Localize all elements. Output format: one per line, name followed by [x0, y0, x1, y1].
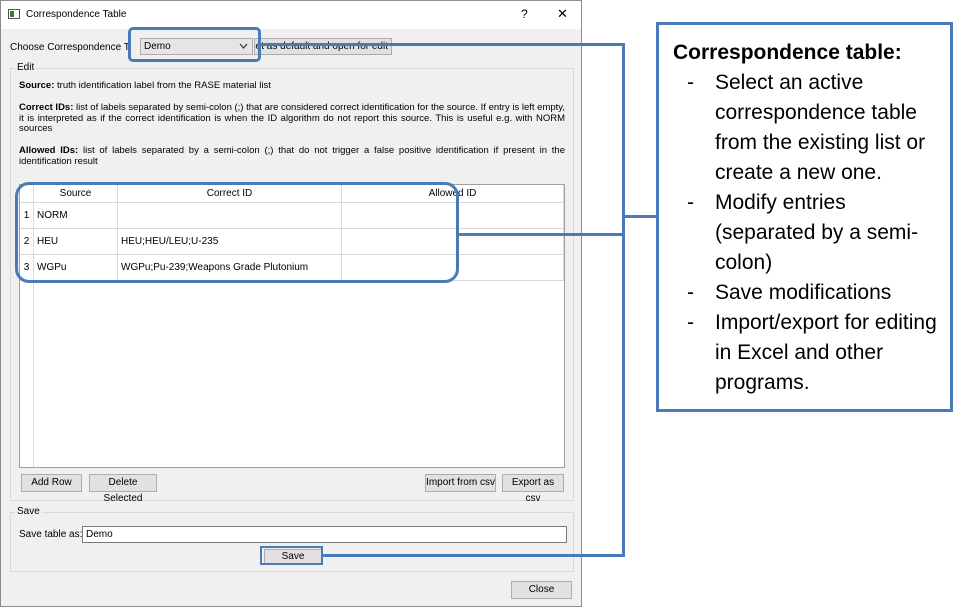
annotation-title: Correspondence table: [673, 41, 902, 64]
source-title: Source: [19, 80, 55, 91]
save-table-field[interactable]: Demo [82, 526, 567, 543]
save-group-label: Save [15, 506, 42, 517]
source-text: truth identification label from the RASE… [54, 80, 271, 91]
add-row-button[interactable]: Add Row [21, 474, 82, 492]
save-table-value: Demo [86, 529, 113, 540]
annotation-item: Import/export for editing in Excel and o… [673, 308, 948, 398]
allowed-ids-text: list of labels separated by a semi-colon… [19, 145, 565, 167]
connector-line [261, 43, 625, 46]
edit-group-label: Edit [15, 62, 37, 73]
app-icon [8, 9, 20, 19]
allowed-ids-title: Allowed IDs: [19, 145, 79, 156]
export-csv-button[interactable]: Export as csv [502, 474, 564, 504]
annotation-item: Modify entries (separated by a semi-colo… [673, 188, 948, 278]
save-table-label: Save table as: [19, 529, 83, 540]
table-highlight [15, 182, 459, 283]
delete-selected-button[interactable]: Delete Selected [89, 474, 157, 504]
connector-line [459, 233, 625, 236]
source-description: Source: truth identification label from … [19, 80, 565, 92]
connector-line [622, 215, 658, 218]
connector-line [323, 554, 625, 557]
close-button[interactable]: Close [511, 581, 572, 599]
close-window-button[interactable]: ✕ [557, 6, 568, 22]
correct-ids-description: Correct IDs: list of labels separated by… [19, 102, 565, 135]
choose-table-label: Choose Correspondence Tabl [10, 42, 131, 53]
row-number-column-empty [20, 281, 34, 467]
import-csv-button[interactable]: Import from csv [425, 474, 496, 492]
correct-ids-title: Correct IDs: [19, 102, 74, 113]
annotation-item: Save modifications [673, 278, 948, 308]
annotation-item: Select an active correspondence table fr… [673, 68, 948, 188]
annotation-box: Correspondence table: Select an active c… [656, 22, 953, 412]
allowed-ids-description: Allowed IDs: list of labels separated by… [19, 145, 565, 167]
save-button-highlight [260, 546, 323, 565]
set-default-button[interactable]: Set as default and open for edit [254, 38, 392, 55]
help-button[interactable]: ? [521, 7, 528, 21]
connector-line [622, 43, 625, 557]
correspondence-table-dialog: Correspondence Table ? ✕ Choose Correspo… [0, 0, 582, 607]
chooser-highlight [128, 27, 261, 62]
correct-ids-text: list of labels separated by semi-colon (… [19, 102, 565, 134]
title-bar: Correspondence Table ? ✕ [1, 1, 581, 29]
window-title: Correspondence Table [26, 9, 127, 20]
